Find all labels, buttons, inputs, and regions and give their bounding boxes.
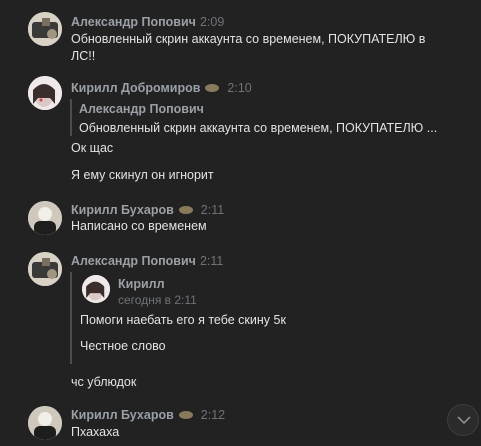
forward-avatar[interactable] [82,275,110,303]
message-time[interactable]: 2:11 [200,254,223,268]
avatar[interactable] [28,252,62,286]
scroll-down-button[interactable] [447,404,479,436]
avatar[interactable] [28,201,62,235]
quote-author[interactable]: Александр Попович [79,102,204,116]
author-name[interactable]: Кирилл Добромиров [71,81,200,95]
forward-time[interactable]: сегодня в 2:11 [118,293,197,307]
author-name[interactable]: Кирилл Бухаров [71,203,174,217]
message-time[interactable]: 2:09 [200,15,224,29]
emoji-icon [178,410,193,419]
forward-author[interactable]: Кирилл [118,277,165,291]
author-name[interactable]: Александр Попович [71,254,196,268]
forward-text: Помоги наебать его я тебе скину 5к [80,313,286,327]
avatar[interactable] [28,406,62,440]
message-text: Ок щас [71,141,114,155]
message-text: Пхахаха [71,425,120,439]
forward-bar [70,272,72,364]
message-text: Я ему скинул он игнорит [71,168,214,182]
message-text: ЛС!! [71,49,96,63]
avatar[interactable] [28,76,62,110]
emoji-icon [205,83,220,92]
avatar[interactable] [28,12,62,46]
message-time[interactable]: 2:11 [201,203,224,217]
emoji-icon [178,205,193,214]
forward-text: Честное слово [80,339,166,353]
quote-text[interactable]: Обновленный скрин аккаунта со временем, … [79,120,437,137]
quote-bar [70,99,72,136]
author-name[interactable]: Кирилл Бухаров [71,408,174,422]
message-text: Написано со временем [71,219,207,233]
author-name[interactable]: Александр Попович [71,15,196,29]
message-text: Обновленный скрин аккаунта со временем, … [71,32,426,46]
message-time[interactable]: 2:12 [201,408,225,422]
message-text: чс ублюдок [71,375,137,389]
message-time[interactable]: 2:10 [227,81,251,95]
chevron-down-icon [457,416,471,425]
